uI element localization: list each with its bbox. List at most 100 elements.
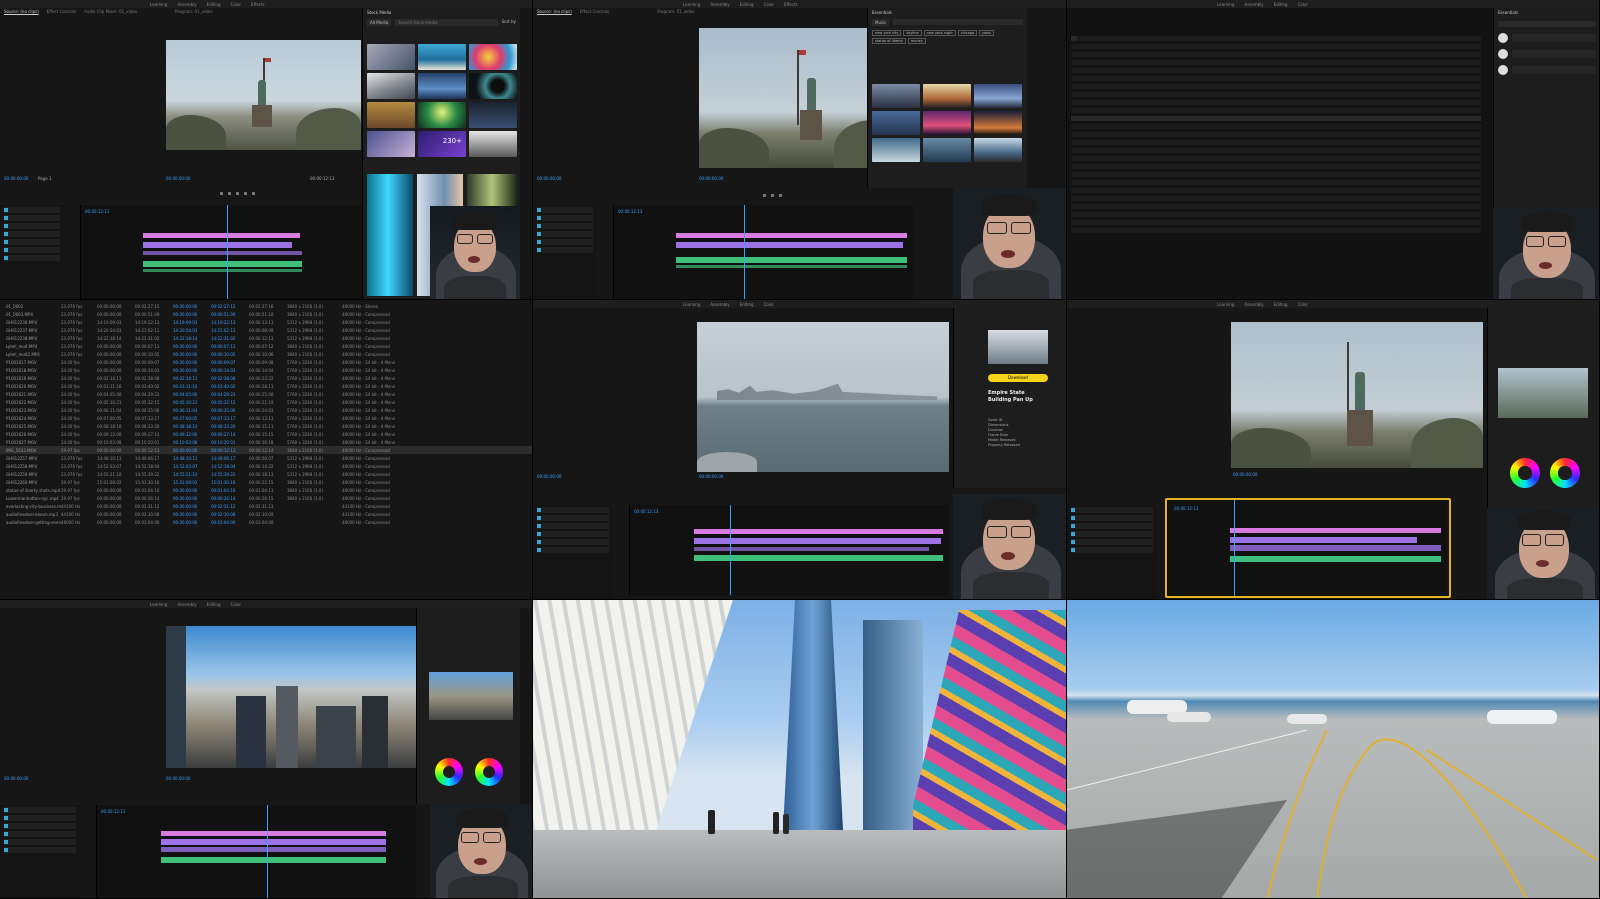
- step-forward-icon[interactable]: [236, 191, 239, 195]
- project-bin-item[interactable]: [4, 247, 60, 253]
- stock-sort-dropdown[interactable]: Sort by: [502, 19, 516, 26]
- stock-thumbnail[interactable]: [367, 102, 415, 128]
- music-thumbnail[interactable]: [923, 138, 971, 162]
- stock-thumbnail[interactable]: [367, 44, 415, 70]
- menu-item[interactable]: Color: [231, 2, 241, 7]
- stock-thumbnail[interactable]: [469, 73, 517, 99]
- step-back-icon[interactable]: [763, 193, 766, 197]
- video-clip-v1[interactable]: [694, 538, 941, 544]
- file-row[interactable]: GH012258.MP4 23.976 fps 14:52:03:07 14:52:1…: [0, 462, 532, 470]
- project-bin-item[interactable]: [4, 839, 76, 845]
- color-wheel-shadows[interactable]: [435, 758, 463, 786]
- file-row[interactable]: IMG_5633.MOV 29.97 fps 00:00:00:00 00:00:12…: [0, 446, 532, 454]
- file-row[interactable]: Lytell_mult.MP4 23.976 fps 00:00:00:00 00:0…: [0, 342, 532, 350]
- menu-item[interactable]: Learning: [683, 302, 700, 307]
- project-bin-item[interactable]: [1071, 507, 1153, 513]
- file-row[interactable]: P1001622.MOV 24.00 fps 00:05:10:21 00:05:32…: [0, 398, 532, 406]
- stock-thumbnail[interactable]: [469, 131, 517, 157]
- tab-source[interactable]: Source: (no clips): [537, 9, 572, 16]
- file-row[interactable]: P1001620.MOV 24.00 fps 00:03:11:16 00:03:40…: [0, 382, 532, 390]
- file-row[interactable]: audiofreedom-bloom.mp3 44100 Hz 00:00:00:0…: [0, 510, 532, 518]
- menu-item[interactable]: Assembly: [177, 2, 196, 7]
- music-tag[interactable]: new york night: [923, 30, 956, 36]
- project-bin-item[interactable]: [1071, 515, 1153, 521]
- step-forward-icon[interactable]: [779, 193, 782, 197]
- project-bin-item[interactable]: [1071, 531, 1153, 537]
- music-tag[interactable]: money: [907, 38, 926, 44]
- menu-item[interactable]: Assembly: [1244, 302, 1263, 307]
- audio-clip-a1[interactable]: [143, 261, 302, 267]
- file-row[interactable]: audiofreedom-getting-energy 48000 Hz 00:00…: [0, 518, 532, 526]
- video-clip-v2[interactable]: [161, 831, 386, 836]
- stock-thumbnail[interactable]: [469, 102, 517, 128]
- file-row[interactable]: P1001619.MOV 24.00 fps 00:02:14:11 00:02:38…: [0, 374, 532, 382]
- project-bin-item[interactable]: [537, 515, 609, 521]
- video-clip-v1[interactable]: [161, 839, 386, 845]
- file-row[interactable]: GH012257.MP4 23.976 fps 14:48:10:11 14:49:0…: [0, 454, 532, 462]
- stock-filter-dropdown[interactable]: All Media: [367, 19, 392, 26]
- music-thumbnail[interactable]: [872, 84, 920, 108]
- music-thumbnail[interactable]: [974, 138, 1022, 162]
- menu-item[interactable]: Learning: [1217, 302, 1234, 307]
- video-clip-v1[interactable]: [143, 242, 292, 248]
- music-thumbnail[interactable]: [974, 111, 1022, 135]
- music-tag[interactable]: new york city: [872, 30, 902, 36]
- stock-thumbnail-tall[interactable]: [367, 174, 413, 296]
- play-icon[interactable]: [771, 193, 774, 197]
- menu-item[interactable]: Learning: [683, 2, 700, 7]
- file-row[interactable]: GH012237.MP4 23.976 fps 14:20:54:03 14:21:0…: [0, 326, 532, 334]
- music-tag[interactable]: chicago: [957, 30, 978, 36]
- stock-thumbnail[interactable]: [418, 44, 466, 70]
- music-thumbnail[interactable]: [923, 111, 971, 135]
- video-clip-v1b[interactable]: [161, 847, 386, 852]
- file-row[interactable]: P1001618.MOV 24.00 fps 00:00:00:00 00:00:14…: [0, 366, 532, 374]
- music-thumbnail[interactable]: [872, 111, 920, 135]
- file-row[interactable]: P1001617.MOV 24.00 fps 00:00:00:00 00:00:09…: [0, 358, 532, 366]
- audio-clip-a1[interactable]: [676, 257, 907, 263]
- menu-item[interactable]: Assembly: [177, 602, 196, 607]
- timeline-playhead[interactable]: [730, 505, 731, 595]
- menu-item[interactable]: Color: [231, 602, 241, 607]
- menu-item[interactable]: Learning: [150, 2, 167, 7]
- tab-program[interactable]: Program: 01_video: [175, 9, 213, 16]
- tab-effect-controls[interactable]: Effect Controls: [47, 9, 76, 16]
- file-row[interactable]: P1001621.MOV 24.00 fps 00:04:05:00 00:04:29…: [0, 390, 532, 398]
- project-bin-item[interactable]: [537, 223, 593, 229]
- file-row[interactable]: P1001627.MOV 24.00 fps 00:10:03:08 00:10:20…: [0, 438, 532, 446]
- stock-search-input[interactable]: Search stock media: [395, 19, 498, 26]
- file-row[interactable]: 01_0003.MP4 23.976 fps 00:00:00:00 00:00:51…: [0, 310, 532, 318]
- project-bin-item[interactable]: [537, 215, 593, 221]
- music-search-input[interactable]: [893, 19, 1023, 25]
- file-row[interactable]: GH012236.MP4 23.976 fps 14:19:09:03 14:19:2…: [0, 318, 532, 326]
- stock-thumbnail[interactable]: [418, 73, 466, 99]
- music-tag[interactable]: skyline: [903, 30, 922, 36]
- file-row[interactable]: P1001625.MOV 24.00 fps 00:08:18:10 00:08:33…: [0, 422, 532, 430]
- project-bin-item[interactable]: [537, 207, 593, 213]
- project-bin-item[interactable]: [1071, 547, 1153, 553]
- audio-clip-a1[interactable]: [161, 857, 386, 863]
- music-filter-dropdown[interactable]: Music: [872, 19, 890, 26]
- music-thumbnail[interactable]: [923, 84, 971, 108]
- video-clip-v1b[interactable]: [143, 251, 302, 255]
- file-row[interactable]: statue of liberty shots.mp4 29.97 fps 00:0…: [0, 486, 532, 494]
- file-row[interactable]: GH012259.MP4 23.976 fps 14:55:21:10 14:55:3…: [0, 470, 532, 478]
- insert-icon[interactable]: [244, 191, 247, 195]
- menu-item[interactable]: Editing: [1274, 302, 1288, 307]
- stock-thumbnail[interactable]: [367, 131, 415, 157]
- project-bin-item[interactable]: [4, 847, 76, 853]
- music-tag[interactable]: statue of liberty: [872, 38, 906, 44]
- music-tag[interactable]: paris: [979, 30, 994, 36]
- audio-clip-a2[interactable]: [676, 265, 907, 268]
- menu-item[interactable]: Assembly: [1244, 2, 1263, 7]
- project-bin-item[interactable]: [4, 231, 60, 237]
- menu-item[interactable]: Editing: [1274, 2, 1288, 7]
- export-frame-icon[interactable]: [252, 191, 255, 195]
- menu-item[interactable]: Assembly: [710, 302, 729, 307]
- menu-item[interactable]: Color: [764, 2, 774, 7]
- menu-item[interactable]: Editing: [740, 2, 754, 7]
- menu-item[interactable]: Effects: [251, 2, 265, 7]
- tab-program[interactable]: Program: 01_video: [657, 9, 695, 16]
- project-bin-item[interactable]: [4, 807, 76, 813]
- file-row[interactable]: GH012260.MP4 29.97 fps 15:01:08:02 15:01:30…: [0, 478, 532, 486]
- menu-item[interactable]: Color: [1298, 302, 1308, 307]
